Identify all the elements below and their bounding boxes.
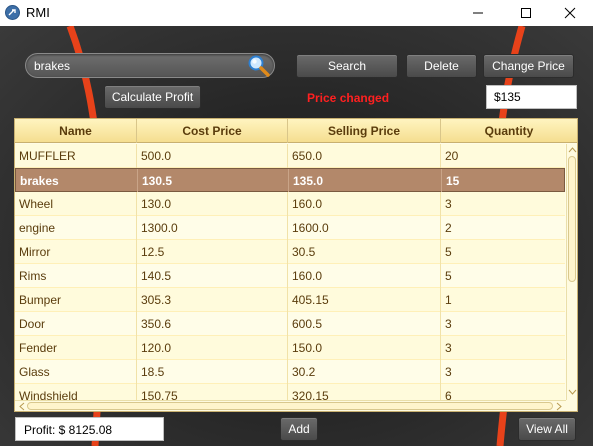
vertical-scrollbar[interactable] (566, 144, 577, 400)
minimize-icon (473, 12, 483, 14)
delete-button[interactable]: Delete (406, 54, 477, 78)
table-cell-selling: 30.2 (288, 360, 441, 384)
table-cell-selling: 160.0 (288, 192, 441, 216)
view-all-button[interactable]: View All (518, 417, 576, 441)
table-cell-selling: 405.15 (288, 288, 441, 312)
table-cell-cost: 130.0 (137, 192, 288, 216)
table-cell-selling: 1600.0 (288, 216, 441, 240)
table-cell-name: engine (15, 216, 137, 240)
scroll-left-icon[interactable] (18, 402, 26, 411)
close-button[interactable] (547, 0, 593, 26)
table-body: MUFFLER 500.0 650.0 20 brakes 130.5 135.0 15 Whe… (15, 144, 565, 400)
table-cell-cost: 130.5 (138, 169, 289, 193)
horizontal-scroll-thumb[interactable] (27, 402, 553, 410)
parts-table: Name Cost Price Selling Price Quantity M… (14, 118, 578, 412)
search-input[interactable] (34, 57, 239, 75)
table-cell-cost: 1300.0 (137, 216, 288, 240)
table-cell-selling: 600.5 (288, 312, 441, 336)
table-cell-cost: 350.6 (137, 312, 288, 336)
table-cell-selling: 160.0 (288, 264, 441, 288)
table-row[interactable]: MUFFLER 500.0 650.0 20 (15, 144, 565, 168)
table-cell-selling: 320.15 (288, 384, 441, 400)
table-cell-quantity: 20 (445, 149, 459, 163)
table-cell-quantity: 2 (445, 221, 452, 235)
table-cell-name: Door (15, 312, 137, 336)
table-cell-name: Fender (15, 336, 137, 360)
table-cell-name: MUFFLER (15, 144, 137, 168)
table-cell-name: Wheel (15, 192, 137, 216)
profit-display: Profit: $ 8125.08 (15, 417, 164, 441)
column-header-selling-price[interactable]: Selling Price (288, 119, 441, 143)
table-row[interactable]: Bumper 305.3 405.15 1 (15, 288, 565, 312)
table-cell-name: Bumper (15, 288, 137, 312)
table-cell-quantity: 3 (445, 365, 452, 379)
scroll-down-icon[interactable] (568, 388, 577, 396)
table-cell-selling: 30.5 (288, 240, 441, 264)
column-header-name[interactable]: Name (15, 119, 137, 143)
title-bar: RMI (0, 0, 593, 26)
table-row[interactable]: Mirror 12.5 30.5 5 (15, 240, 565, 264)
table-row[interactable]: brakes 130.5 135.0 15 (15, 168, 565, 193)
status-message: Price changed (307, 91, 390, 105)
table-row[interactable]: Door 350.6 600.5 3 (15, 312, 565, 336)
table-cell-cost: 305.3 (137, 288, 288, 312)
change-price-button[interactable]: Change Price (483, 54, 574, 78)
table-cell-selling: 150.0 (288, 336, 441, 360)
maximize-button[interactable] (503, 0, 549, 26)
window-title: RMI (26, 5, 50, 20)
table-cell-selling: 135.0 (289, 169, 442, 193)
table-cell-name: brakes (16, 169, 138, 193)
table-cell-name: Mirror (15, 240, 137, 264)
table-row[interactable]: Fender 120.0 150.0 3 (15, 336, 565, 360)
table-cell-quantity: 6 (445, 389, 452, 400)
table-cell-name: Glass (15, 360, 137, 384)
scroll-right-icon[interactable] (555, 402, 563, 411)
horizontal-scrollbar[interactable] (15, 400, 566, 411)
table-cell-cost: 500.0 (137, 144, 288, 168)
table-cell-quantity: 5 (445, 269, 452, 283)
table-cell-quantity: 1 (445, 293, 452, 307)
table-row[interactable]: Windshield 150.75 320.15 6 (15, 384, 565, 400)
table-header: Name Cost Price Selling Price Quantity (15, 119, 577, 143)
table-row[interactable]: Rims 140.5 160.0 5 (15, 264, 565, 288)
table-cell-cost: 140.5 (137, 264, 288, 288)
table-cell-cost: 18.5 (137, 360, 288, 384)
table-row[interactable]: Wheel 130.0 160.0 3 (15, 192, 565, 216)
magnifier-icon[interactable] (246, 53, 272, 79)
table-cell-quantity: 3 (445, 317, 452, 331)
table-cell-name: Rims (15, 264, 137, 288)
table-cell-cost: 150.75 (137, 384, 288, 400)
table-cell-quantity: 15 (442, 169, 565, 193)
column-header-quantity[interactable]: Quantity (441, 119, 577, 143)
calculate-profit-button[interactable]: Calculate Profit (104, 85, 201, 109)
table-cell-quantity: 5 (445, 245, 452, 259)
search-box (25, 53, 275, 78)
table-cell-quantity: 3 (445, 197, 452, 211)
add-button[interactable]: Add (280, 417, 318, 441)
scroll-up-icon[interactable] (568, 146, 577, 154)
app-logo-icon (5, 5, 20, 20)
table-cell-cost: 120.0 (137, 336, 288, 360)
close-icon (564, 7, 576, 19)
scrollbar-corner (566, 400, 577, 411)
column-header-cost-price[interactable]: Cost Price (137, 119, 288, 143)
table-cell-name: Windshield (15, 384, 137, 400)
minimize-button[interactable] (455, 0, 501, 26)
table-cell-cost: 12.5 (137, 240, 288, 264)
table-row[interactable]: engine 1300.0 1600.0 2 (15, 216, 565, 240)
vertical-scroll-thumb[interactable] (568, 156, 576, 282)
search-button[interactable]: Search (296, 54, 398, 78)
new-price-field[interactable]: $135 (486, 85, 577, 109)
table-row[interactable]: Glass 18.5 30.2 3 (15, 360, 565, 384)
maximize-icon (521, 8, 531, 18)
table-cell-quantity: 3 (445, 341, 452, 355)
table-cell-selling: 650.0 (288, 144, 441, 168)
